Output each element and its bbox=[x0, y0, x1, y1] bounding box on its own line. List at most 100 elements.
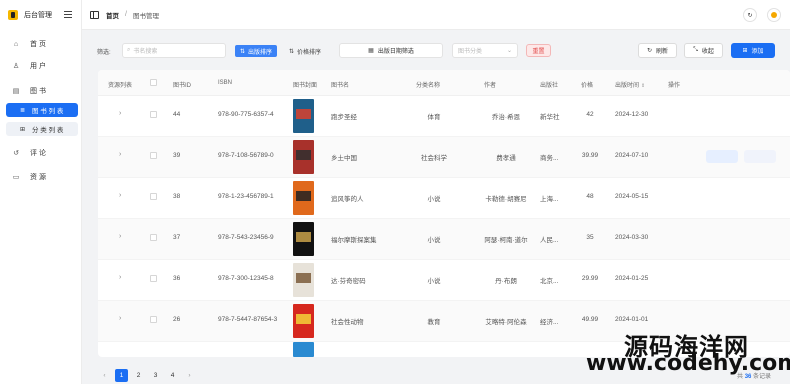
column-header: 出版社 bbox=[540, 83, 559, 89]
comment-icon: ↺ bbox=[13, 150, 19, 157]
table-row[interactable]: › 37 978-7-543-23456-9 福尔摩斯探案集 小说 阿瑟·柯南·道尔 人民.… bbox=[98, 219, 790, 260]
expand-row-icon[interactable]: › bbox=[119, 233, 121, 240]
column-header: 图书名 bbox=[331, 83, 350, 89]
sidebar-item-books[interactable]: ▤ 图 书 bbox=[0, 83, 82, 99]
page-button[interactable]: 4 bbox=[166, 369, 179, 382]
expand-row-icon[interactable]: › bbox=[119, 274, 121, 281]
edit-button[interactable] bbox=[706, 150, 738, 163]
column-header: 作者 bbox=[484, 83, 497, 89]
row-checkbox[interactable] bbox=[150, 234, 157, 241]
page-button[interactable]: 3 bbox=[149, 369, 162, 382]
search-placeholder: 书名搜索 bbox=[133, 49, 158, 55]
date-filter-label: 出版日期筛选 bbox=[377, 49, 414, 55]
collapse-button[interactable]: ⤡ 收起 bbox=[684, 43, 723, 58]
sidebar-subitem-label: 分 类 列 表 bbox=[32, 127, 64, 134]
cell-category: 教育 bbox=[427, 319, 441, 326]
cell-publisher: 北京... bbox=[540, 278, 559, 285]
sort-price-button[interactable]: ⇅ 价格排序 bbox=[284, 45, 326, 57]
sidebar-panel-icon[interactable] bbox=[90, 10, 99, 19]
sidebar-item-home[interactable]: ⌂ 首 页 bbox=[0, 36, 82, 52]
row-checkbox[interactable] bbox=[150, 111, 157, 118]
expand-row-icon[interactable]: › bbox=[119, 192, 121, 199]
sort-icon: ⇅ bbox=[240, 48, 246, 55]
refresh-button[interactable]: ↻ 刷新 bbox=[638, 43, 677, 58]
refresh-icon[interactable]: ↻ bbox=[743, 8, 757, 22]
cell-category: 小说 bbox=[427, 278, 441, 285]
expand-row-icon[interactable]: › bbox=[119, 315, 121, 322]
cell-id: 38 bbox=[173, 193, 181, 200]
cell-id: 26 bbox=[173, 316, 181, 323]
cell-date: 2024-01-01 bbox=[615, 316, 649, 323]
cell-title: 达·芬奇密码 bbox=[331, 278, 366, 285]
select-all-checkbox[interactable] bbox=[150, 79, 157, 86]
calendar-icon: ▦ bbox=[368, 48, 374, 54]
expand-row-icon[interactable]: › bbox=[119, 151, 121, 158]
cell-id: 37 bbox=[173, 234, 181, 241]
table-row[interactable]: › 38 978-1-23-456789-1 追风筝的人 小说 卡勒德·胡赛尼 上海... 4… bbox=[98, 178, 790, 219]
book-cover-art bbox=[296, 109, 311, 119]
cell-category: 小说 bbox=[427, 237, 441, 244]
refresh-label: 刷新 bbox=[656, 49, 669, 55]
column-header-sortable[interactable]: 出版时间 ⇕ bbox=[615, 80, 645, 89]
cell-publisher: 新华社 bbox=[540, 114, 560, 121]
cell-title: 社会性动物 bbox=[331, 319, 364, 326]
column-header: 图书封面 bbox=[293, 83, 318, 89]
cell-date: 2024-01-25 bbox=[615, 275, 649, 282]
category-select[interactable]: 图书分类 ⌄ bbox=[452, 43, 518, 58]
add-button[interactable]: ⊞ 添加 bbox=[731, 43, 775, 58]
cell-isbn: 978-7-108-56789-0 bbox=[218, 152, 274, 159]
book-cover-image bbox=[293, 140, 314, 174]
book-cover-image bbox=[293, 99, 314, 133]
menu-toggle-icon[interactable] bbox=[64, 11, 72, 18]
search-input[interactable]: ⌕ 书名搜索 bbox=[122, 43, 226, 58]
row-checkbox[interactable] bbox=[150, 316, 157, 323]
sidebar-item-label: 评 论 bbox=[30, 150, 46, 157]
book-table: 资源列表 图书ID ISBN 图书封面 图书名 分类名称 作者 出版社 价格 出… bbox=[98, 70, 790, 357]
table-row[interactable]: › 44 978-90-775-6357-4 跑步圣经 体育 乔治·希恩 新华社 42 2024… bbox=[98, 96, 790, 137]
row-checkbox[interactable] bbox=[150, 193, 157, 200]
book-cover-art bbox=[296, 232, 311, 242]
theme-toggle-button[interactable] bbox=[767, 8, 781, 22]
cell-title: 跑步圣经 bbox=[331, 114, 357, 121]
cell-title: 福尔摩斯探案集 bbox=[331, 237, 377, 244]
cell-isbn: 978-7-543-23456-9 bbox=[218, 234, 274, 241]
sidebar-subitem-category-list[interactable]: ⊞ 分 类 列 表 bbox=[6, 122, 78, 136]
chevron-down-icon: ⌄ bbox=[506, 48, 512, 54]
sidebar-subitem-book-list[interactable]: ≣ 图 书 列 表 bbox=[6, 103, 78, 117]
reset-button[interactable]: 重置 bbox=[526, 44, 551, 57]
table-row[interactable]: › 36 978-7-300-12345-8 达·芬奇密码 小说 丹·布朗 北京... 29.… bbox=[98, 260, 790, 301]
row-checkbox[interactable] bbox=[150, 152, 157, 159]
table-row[interactable]: › 39 978-7-108-56789-0 乡土中国 社会科学 费孝通 商务... 39.9… bbox=[98, 137, 790, 178]
breadcrumb-home[interactable]: 首页 bbox=[106, 10, 119, 20]
table-header: 资源列表 图书ID ISBN 图书封面 图书名 分类名称 作者 出版社 价格 出… bbox=[98, 70, 790, 96]
page-button[interactable]: 1 bbox=[115, 368, 128, 382]
cell-price: 48 bbox=[586, 193, 594, 200]
cell-publisher: 上海... bbox=[540, 196, 559, 203]
cell-isbn: 978-1-23-456789-1 bbox=[218, 193, 274, 200]
column-header-label: 出版时间 bbox=[615, 83, 640, 89]
delete-button[interactable] bbox=[744, 150, 776, 163]
sidebar-item-resources[interactable]: ▭ 资 源 bbox=[0, 169, 82, 185]
next-page-button[interactable]: › bbox=[183, 369, 196, 382]
book-cover-art bbox=[296, 191, 311, 201]
cell-price: 29.99 bbox=[581, 275, 599, 282]
book-icon: ▤ bbox=[12, 88, 20, 95]
cell-date: 2024-12-30 bbox=[615, 111, 649, 118]
book-cover-art bbox=[296, 150, 311, 160]
row-checkbox[interactable] bbox=[150, 275, 157, 282]
cell-category: 体育 bbox=[427, 114, 441, 121]
sidebar-item-comments[interactable]: ↺ 评 论 bbox=[0, 145, 82, 161]
sidebar-item-users[interactable]: ♙ 用 户 bbox=[0, 58, 82, 74]
list-icon: ≣ bbox=[19, 107, 26, 114]
column-header: 资源列表 bbox=[108, 83, 133, 89]
expand-row-icon[interactable]: › bbox=[119, 110, 121, 117]
column-header: 图书ID bbox=[173, 83, 192, 89]
date-filter-button[interactable]: ▦ 出版日期筛选 bbox=[339, 43, 443, 58]
cell-title: 乡土中国 bbox=[331, 155, 357, 162]
cell-category: 社会科学 bbox=[421, 155, 447, 162]
cell-author: 费孝通 bbox=[496, 155, 516, 162]
sort-publish-button[interactable]: ⇅ 出版排序 bbox=[235, 45, 278, 57]
logo-icon bbox=[8, 10, 18, 20]
page-button[interactable]: 2 bbox=[132, 369, 145, 382]
prev-page-button[interactable]: ‹ bbox=[98, 369, 111, 382]
